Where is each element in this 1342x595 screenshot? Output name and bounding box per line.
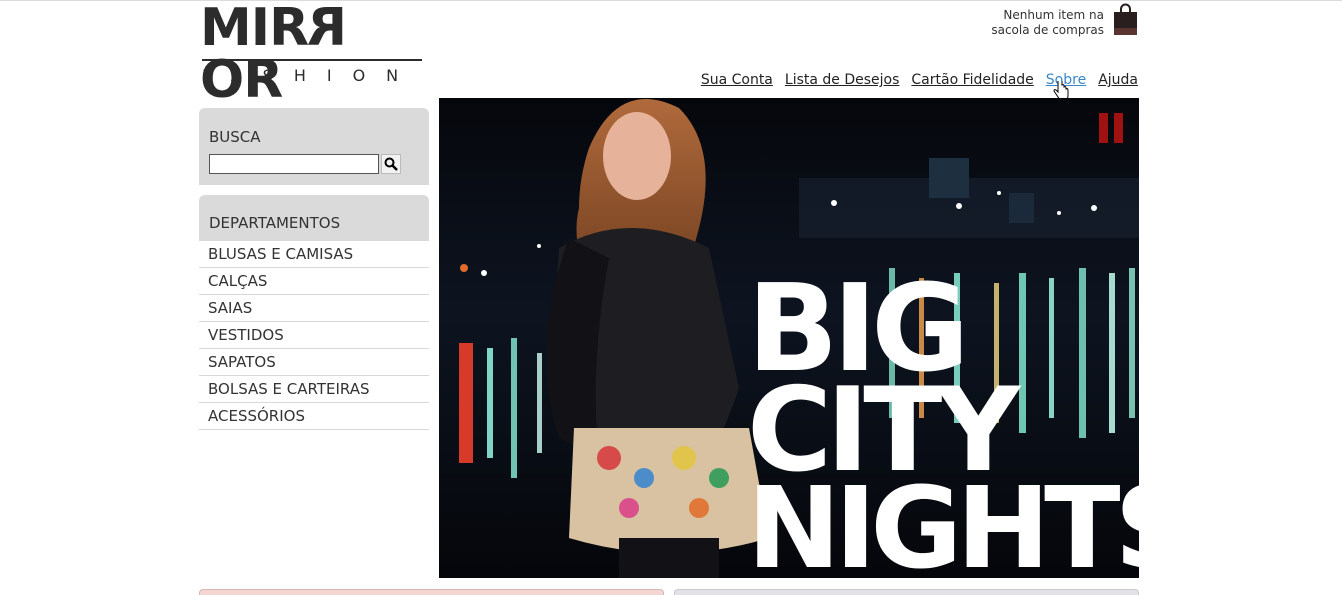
logo-subtitle: FASHION <box>202 66 420 85</box>
search-panel: BUSCA <box>199 108 429 185</box>
search-input[interactable] <box>209 154 379 174</box>
dept-item-acessorios[interactable]: ACESSÓRIOS <box>199 403 429 430</box>
cart-line-2: sacola de compras <box>991 23 1104 37</box>
logo-wordmark: MIRROR <box>200 0 348 110</box>
departments-title: DEPARTAMENTOS <box>209 214 341 232</box>
nav-sua-conta[interactable]: Sua Conta <box>701 72 773 88</box>
search-title: BUSCA <box>209 128 261 146</box>
logo-rule <box>202 59 422 61</box>
nav-cartao-fidelidade[interactable]: Cartão Fidelidade <box>911 72 1033 88</box>
pause-button[interactable] <box>1099 113 1125 143</box>
top-nav: Sua Conta Lista de Desejos Cartão Fideli… <box>701 72 1138 88</box>
shopping-bag-icon[interactable] <box>1113 3 1138 36</box>
nav-ajuda[interactable]: Ajuda <box>1098 72 1138 88</box>
dept-item-vestidos[interactable]: VESTIDOS <box>199 322 429 349</box>
departments-list: BLUSAS E CAMISAS CALÇAS SAIAS VESTIDOS S… <box>199 241 429 430</box>
nav-lista-desejos[interactable]: Lista de Desejos <box>785 72 900 88</box>
site-logo[interactable]: MIRROR FASHION <box>200 0 424 106</box>
promo-box-right <box>674 589 1139 595</box>
dept-item-blusas[interactable]: BLUSAS E CAMISAS <box>199 241 429 268</box>
banner-headline: BIG CITY NIGHTS <box>747 269 1139 578</box>
search-button[interactable] <box>381 154 401 174</box>
banner-line-3: NIGHTS <box>747 463 1139 578</box>
dept-item-saias[interactable]: SAIAS <box>199 295 429 322</box>
hero-banner[interactable]: BIG CITY NIGHTS <box>439 98 1139 578</box>
dept-item-sapatos[interactable]: SAPATOS <box>199 349 429 376</box>
dept-item-calcas[interactable]: CALÇAS <box>199 268 429 295</box>
dept-item-bolsas[interactable]: BOLSAS E CARTEIRAS <box>199 376 429 403</box>
promo-box-left <box>199 589 664 595</box>
magnifier-icon <box>384 157 398 171</box>
cart-line-1: Nenhum item na <box>1003 8 1104 22</box>
cart-summary[interactable]: Nenhum item na sacola de compras <box>944 8 1104 38</box>
departments-header: DEPARTAMENTOS <box>199 195 429 241</box>
